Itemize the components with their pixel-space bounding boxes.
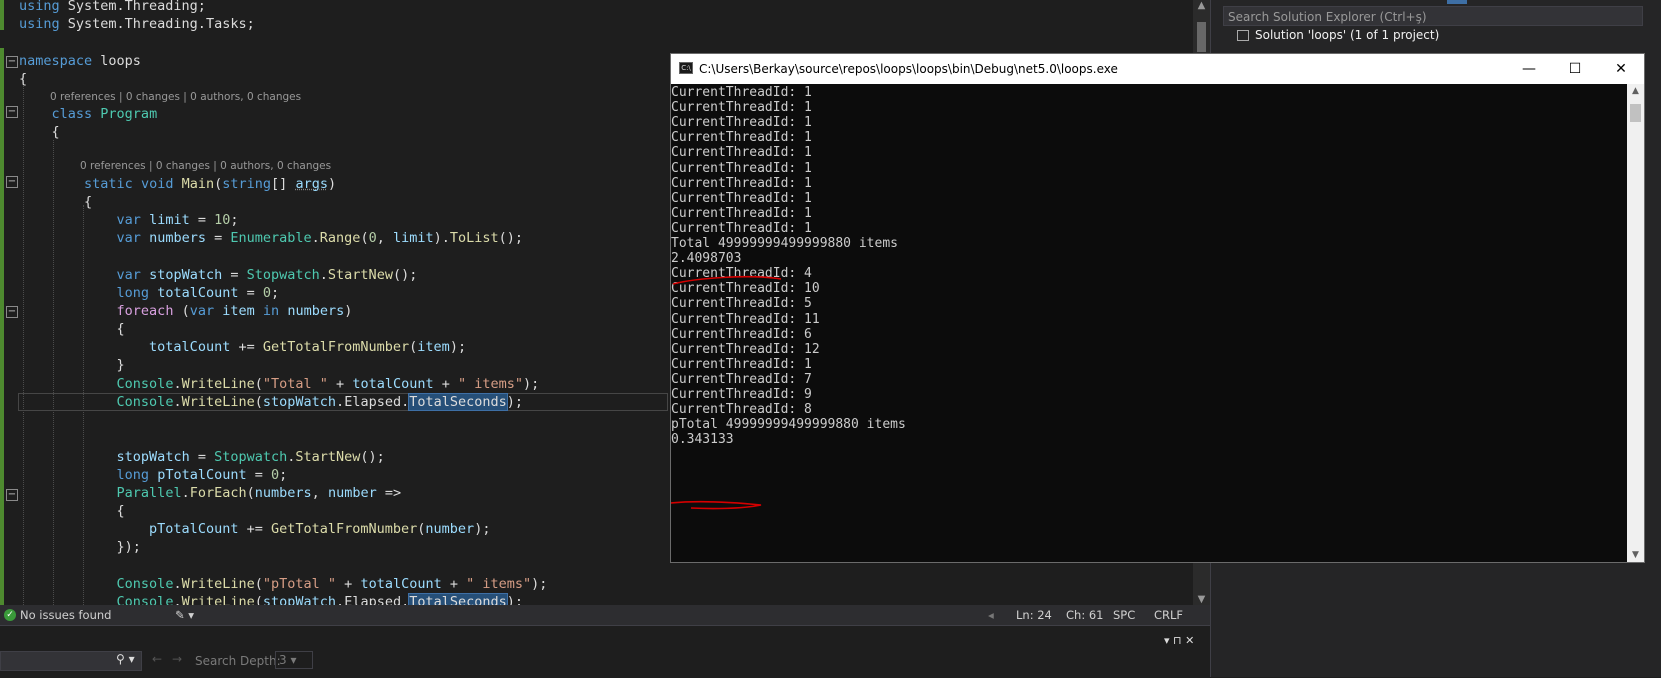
search-depth-label: Search Depth: [195,654,281,668]
code-line: static void Main(string[] args) [84,176,337,192]
forward-arrow-icon[interactable]: → [172,652,182,666]
code-line: using System.Threading; [19,0,206,14]
collapse-parallel-toggle[interactable]: − [6,489,18,501]
code-line: long totalCount = 0; [116,285,280,301]
line-number[interactable]: Ln: 24 [1016,608,1052,622]
code-line: pTotalCount += GetTotalFromNumber(number… [149,521,491,537]
code-line: var limit = 10; [116,212,239,228]
console-window[interactable]: C:\ C:\Users\Berkay\source\repos\loops\l… [670,53,1645,563]
code-line: Console.WriteLine("Total " + totalCount … [116,376,540,392]
column-number[interactable]: Ch: 61 [1066,608,1103,622]
scroll-left-icon[interactable]: ◂ [988,608,994,622]
code-line: totalCount += GetTotalFromNumber(item); [149,339,467,355]
editor-status-bar: ✓ No issues found ✎ ▾ ◂ Ln: 24 Ch: 61 SP… [0,605,1210,625]
code-line: { [51,124,60,140]
code-line: using System.Threading.Tasks; [19,16,255,32]
code-line: { [19,71,28,87]
scroll-thumb[interactable] [1197,22,1206,52]
scroll-down-icon[interactable]: ▼ [1193,594,1210,605]
code-line: class Program [51,106,158,122]
annotation-underline-1 [672,275,782,285]
code-line: } [19,357,125,373]
code-line: stopWatch = Stopwatch.StartNew(); [116,449,385,465]
code-line: var numbers = Enumerable.Range(0, limit)… [116,230,524,246]
code-line: { [84,194,93,210]
collapse-class-toggle[interactable]: − [6,106,18,118]
line-ending[interactable]: CRLF [1154,608,1183,622]
back-arrow-icon[interactable]: ← [152,652,162,666]
code-line: namespace loops [19,53,141,69]
collapse-namespace-toggle[interactable]: − [6,56,18,68]
codelens-main[interactable]: 0 references | 0 changes | 0 authors, 0 … [80,160,331,172]
search-icon[interactable]: ⚲ ▾ [116,652,135,666]
search-depth-select[interactable]: 3 ▾ [275,651,313,669]
red-annotation-underlines [671,275,782,510]
code-line: }); [19,539,141,555]
code-line: foreach (var item in numbers) [116,303,353,319]
code-line: { [116,503,125,519]
scroll-down-icon[interactable]: ▼ [1627,550,1644,560]
whitespace-mode[interactable]: SPC [1113,608,1135,622]
scroll-thumb[interactable] [1630,104,1641,122]
codelens-class[interactable]: 0 references | 0 changes | 0 authors, 0 … [50,91,301,103]
code-line: var stopWatch = Stopwatch.StartNew(); [116,267,418,283]
change-margin [0,0,5,605]
scroll-up-icon[interactable]: ▲ [1627,86,1644,96]
code-line: Console.WriteLine(stopWatch.Elapsed.Tota… [19,593,523,605]
annotation-underline-2 [671,500,762,510]
collapse-foreach-toggle[interactable]: − [6,306,18,318]
toolbar-indicator [1447,0,1467,4]
solution-search-input[interactable]: Search Solution Explorer (Ctrl+ş) [1223,6,1643,26]
code-line: Console.WriteLine("pTotal " + totalCount… [116,576,548,592]
scroll-up-icon[interactable]: ▲ [1193,0,1210,11]
bottom-panel: ▾ ⊓ ✕ ⚲ ▾ ← → Search Depth: 3 ▾ [0,625,1210,678]
console-scrollbar[interactable]: ▲ ▼ [1627,84,1644,562]
code-line: Console.WriteLine(stopWatch.Elapsed.Tota… [116,393,524,411]
selected-word-highlight[interactable]: TotalSeconds [408,393,508,411]
collapse-main-toggle[interactable]: − [6,176,18,188]
brush-icon[interactable]: ✎ ▾ [175,608,194,622]
check-icon: ✓ [4,609,16,621]
code-line: long pTotalCount = 0; [116,467,288,483]
issues-status[interactable]: No issues found [20,608,111,622]
solution-icon [1237,30,1249,41]
solution-node[interactable]: Solution 'loops' (1 of 1 project) [1237,28,1439,42]
code-line: Parallel.ForEach(numbers, number => [116,485,402,501]
panel-window-controls[interactable]: ▾ ⊓ ✕ [1164,634,1194,647]
code-line: { [116,321,125,337]
